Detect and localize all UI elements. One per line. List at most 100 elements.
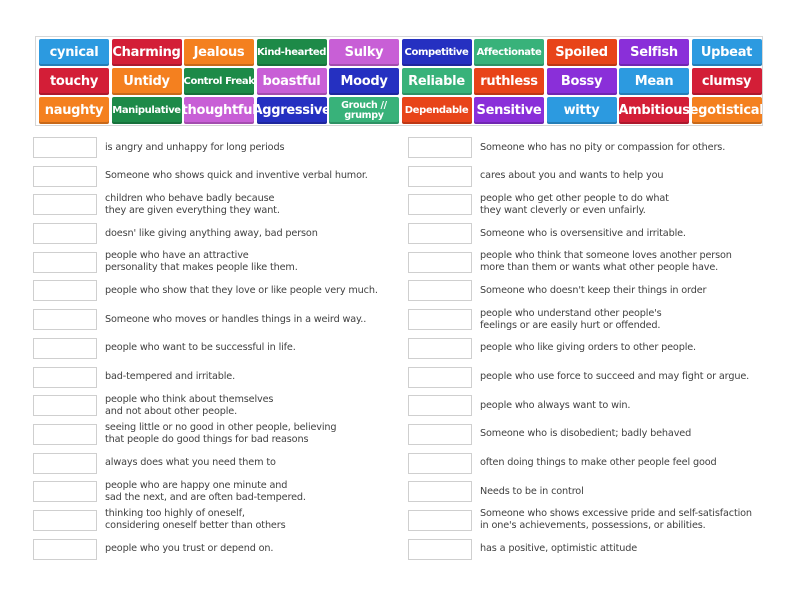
answer-drop-zone[interactable]	[33, 251, 97, 273]
word-tile[interactable]: cynical	[39, 39, 109, 66]
definition-text: bad-tempered and irritable.	[105, 371, 236, 382]
word-tile[interactable]: Untidy	[111, 68, 182, 95]
answer-drop-zone[interactable]	[408, 194, 472, 216]
definition-text: has a positive, optimistic attitude	[480, 543, 638, 555]
word-tile[interactable]: Grouch // grumpy	[329, 97, 399, 124]
definition-text: Someone who is disobedient; badly behave…	[480, 428, 692, 440]
answer-drop-zone[interactable]	[408, 366, 472, 388]
definition-row: has a positive, optimistic attitude	[408, 538, 778, 568]
definition-text: people who think about themselves and no…	[105, 393, 274, 417]
definition-text: thinking too highly of oneself, consider…	[105, 508, 286, 532]
answer-drop-zone[interactable]	[408, 223, 472, 245]
word-tile[interactable]: clumsy	[691, 68, 762, 95]
word-tile[interactable]: Reliable	[401, 68, 472, 95]
word-tile[interactable]: Affectionate	[474, 39, 544, 66]
definition-text: people who show that they love or like p…	[105, 284, 378, 296]
definition-text: Someone who is oversensitive and irritab…	[480, 227, 686, 239]
word-tile[interactable]: Ambitious	[619, 97, 689, 124]
word-tile[interactable]: Aggressive	[256, 97, 327, 124]
answer-drop-zone[interactable]	[408, 509, 472, 531]
word-tile[interactable]: boastful	[256, 68, 327, 95]
definitions-left-column: is angry and unhappy for long periods Som…	[33, 137, 403, 567]
definition-row: cares about you and wants to help you	[408, 165, 778, 195]
word-tile[interactable]: Moody	[329, 68, 399, 95]
answer-drop-zone[interactable]	[33, 337, 97, 359]
answer-drop-zone[interactable]	[408, 165, 472, 187]
word-tile[interactable]: Selfish	[619, 39, 689, 66]
answer-drop-zone[interactable]	[33, 165, 97, 187]
answer-drop-zone[interactable]	[33, 538, 97, 560]
answer-drop-zone[interactable]	[33, 423, 97, 445]
definition-row: Someone who has no pity or compassion fo…	[408, 137, 778, 166]
word-tile[interactable]: Charming	[111, 39, 182, 66]
definition-text: Someone who shows excessive pride and se…	[480, 508, 752, 532]
word-tile[interactable]: thoughtful	[184, 97, 254, 124]
answer-drop-zone[interactable]	[33, 395, 97, 417]
definition-text: people who use force to succeed and may …	[480, 371, 750, 382]
answer-drop-zone[interactable]	[408, 395, 472, 417]
word-tile[interactable]: Mean	[619, 68, 689, 95]
definition-text: is angry and unhappy for long periods	[105, 141, 285, 153]
word-tile[interactable]: Bossy	[546, 68, 617, 95]
definition-row: people who think that someone loves anot…	[408, 250, 778, 281]
definition-row: often doing things to make other people …	[408, 452, 778, 482]
answer-drop-zone[interactable]	[408, 137, 472, 158]
definition-row: Someone who moves or handles things in a…	[33, 309, 403, 338]
word-tile[interactable]: ruthless	[474, 68, 544, 95]
answer-drop-zone[interactable]	[33, 194, 97, 216]
word-tile[interactable]: Upbeat	[691, 39, 762, 66]
answer-drop-zone[interactable]	[408, 423, 472, 445]
definition-row: Someone who is disobedient; badly behave…	[408, 423, 778, 453]
word-tile[interactable]: Kind-hearted	[256, 39, 327, 66]
answer-drop-zone[interactable]	[33, 366, 97, 388]
definition-text: people who get other people to do what t…	[480, 192, 669, 216]
definition-row: seeing little or no good in other people…	[33, 422, 403, 453]
answer-drop-zone[interactable]	[33, 280, 97, 302]
definition-row: people who show that they love or like p…	[33, 280, 403, 309]
definition-row: Needs to be in control	[408, 481, 778, 510]
word-tile[interactable]: egotistical	[691, 97, 762, 124]
definition-text: often doing things to make other people …	[480, 457, 717, 469]
definition-text: people who want to be successful in life…	[105, 342, 296, 354]
answer-drop-zone[interactable]	[408, 309, 472, 331]
word-tile[interactable]: naughty	[39, 97, 109, 124]
answer-drop-zone[interactable]	[33, 223, 97, 245]
definition-text: cares about you and wants to help you	[480, 170, 664, 182]
word-tile-bank: cynical Charming Jealous Kind-hearted Sulky C…	[35, 36, 763, 126]
answer-drop-zone[interactable]	[408, 337, 472, 359]
answer-drop-zone[interactable]	[408, 452, 472, 474]
answer-drop-zone[interactable]	[33, 509, 97, 531]
word-tile[interactable]: Competitive	[401, 39, 472, 66]
answer-drop-zone[interactable]	[408, 280, 472, 302]
definition-text: always does what you need them to	[105, 457, 276, 469]
definition-text: people who always want to win.	[480, 399, 631, 411]
answer-drop-zone[interactable]	[408, 481, 472, 503]
word-tile[interactable]: Jealous	[184, 39, 254, 66]
word-tile[interactable]: touchy	[39, 68, 109, 95]
answer-drop-zone[interactable]	[33, 137, 97, 158]
answer-drop-zone[interactable]	[33, 452, 97, 474]
answer-drop-zone[interactable]	[408, 538, 472, 560]
word-tile[interactable]: witty	[546, 97, 617, 124]
definition-row: people who like giving orders to other p…	[408, 337, 778, 367]
answer-drop-zone[interactable]	[408, 251, 472, 273]
definition-row: is angry and unhappy for long periods	[33, 137, 403, 166]
definition-row: people who get other people to do what t…	[408, 192, 778, 223]
definition-text: people who are happy one minute and sad …	[105, 479, 306, 503]
word-tile[interactable]: Dependable	[401, 97, 472, 124]
definition-row: people who use force to succeed and may …	[408, 366, 778, 396]
word-tile[interactable]: Manipulative	[111, 97, 182, 124]
definition-row: people who think about themselves and no…	[33, 393, 403, 424]
definition-row: people who always want to win.	[408, 395, 778, 424]
answer-drop-zone[interactable]	[33, 481, 97, 503]
answer-drop-zone[interactable]	[33, 309, 97, 331]
word-tile[interactable]: Spoiled	[546, 39, 617, 66]
word-tile[interactable]: Control Freak	[184, 68, 254, 95]
definition-row: thinking too highly of oneself, consider…	[33, 508, 403, 539]
definitions-right-column: Someone who has no pity or compassion fo…	[408, 137, 778, 567]
definition-text: Someone who doesn't keep their things in…	[480, 284, 707, 296]
word-tile[interactable]: Sulky	[329, 39, 399, 66]
definition-row: Someone who doesn't keep their things in…	[408, 280, 778, 309]
word-tile[interactable]: Sensitive	[474, 97, 544, 124]
definition-row: people who want to be successful in life…	[33, 337, 403, 367]
